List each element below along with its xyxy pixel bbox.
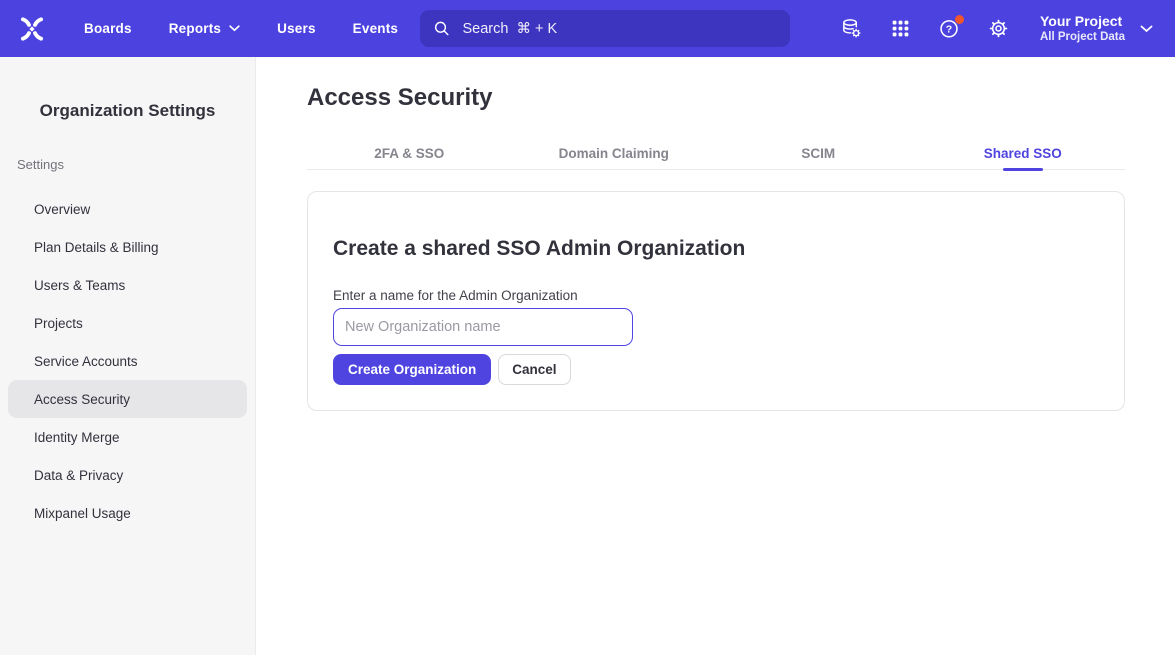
tab-domain-claiming[interactable]: Domain Claiming xyxy=(512,146,717,169)
project-selector[interactable]: Your Project All Project Data xyxy=(1040,12,1153,45)
card-actions: Create Organization Cancel xyxy=(333,354,1099,385)
sidebar-item-data-privacy[interactable]: Data & Privacy xyxy=(8,456,247,494)
sidebar-item-identity-merge[interactable]: Identity Merge xyxy=(8,418,247,456)
organization-name-label: Enter a name for the Admin Organization xyxy=(333,288,1099,303)
sidebar-item-users-teams[interactable]: Users & Teams xyxy=(8,266,247,304)
access-security-tabs: 2FA & SSO Domain Claiming SCIM Shared SS… xyxy=(307,146,1125,170)
project-scope: All Project Data xyxy=(1040,30,1125,45)
page-title: Access Security xyxy=(307,84,1125,112)
chevron-down-icon xyxy=(229,25,240,32)
nav-item-reports[interactable]: Reports xyxy=(169,21,240,36)
tab-shared-sso[interactable]: Shared SSO xyxy=(921,146,1126,169)
apps-grid-button[interactable] xyxy=(888,17,912,41)
sidebar-item-plan-details-billing[interactable]: Plan Details & Billing xyxy=(8,228,247,266)
project-selector-text: Your Project All Project Data xyxy=(1040,12,1125,45)
organization-name-input[interactable] xyxy=(333,308,633,346)
nav-item-label: Events xyxy=(353,21,398,36)
create-shared-sso-card: Create a shared SSO Admin Organization E… xyxy=(307,191,1125,411)
sidebar-item-service-accounts[interactable]: Service Accounts xyxy=(8,342,247,380)
sidebar-item-mixpanel-usage[interactable]: Mixpanel Usage xyxy=(8,494,247,532)
sidebar-item-access-security[interactable]: Access Security xyxy=(8,380,247,418)
global-search[interactable] xyxy=(420,10,790,47)
svg-text:?: ? xyxy=(945,24,951,36)
nav-item-label: Users xyxy=(277,21,316,36)
cancel-button[interactable]: Cancel xyxy=(498,354,570,385)
sidebar-title: Organization Settings xyxy=(0,101,255,121)
primary-nav-links: Boards Reports Users Events xyxy=(84,21,398,36)
top-navigation: Boards Reports Users Events xyxy=(0,0,1175,57)
tab-scim[interactable]: SCIM xyxy=(716,146,921,169)
sidebar-items: Overview Plan Details & Billing Users & … xyxy=(0,190,255,532)
data-management-button[interactable] xyxy=(839,17,863,41)
main-content: Access Security 2FA & SSO Domain Claimin… xyxy=(256,84,1175,411)
mixpanel-logo[interactable] xyxy=(17,14,47,44)
settings-gear-icon xyxy=(987,17,1010,40)
project-name: Your Project xyxy=(1040,12,1125,30)
help-button[interactable]: ? xyxy=(937,17,961,41)
nav-item-label: Reports xyxy=(169,21,221,36)
sidebar-item-overview[interactable]: Overview xyxy=(8,190,247,228)
tab-2fa-sso[interactable]: 2FA & SSO xyxy=(307,146,512,169)
nav-right-cluster: ? Your Proj xyxy=(839,12,1175,45)
apps-grid-icon xyxy=(890,18,911,39)
data-management-icon xyxy=(840,17,863,40)
nav-item-boards[interactable]: Boards xyxy=(84,21,132,36)
settings-sidebar: Organization Settings Settings Overview … xyxy=(0,57,256,655)
nav-item-label: Boards xyxy=(84,21,132,36)
create-organization-button[interactable]: Create Organization xyxy=(333,354,491,385)
card-title: Create a shared SSO Admin Organization xyxy=(333,237,1099,261)
sidebar-section-label: Settings xyxy=(17,157,255,172)
settings-button[interactable] xyxy=(986,17,1010,41)
chevron-down-icon xyxy=(1140,25,1153,33)
notification-badge xyxy=(955,15,964,24)
nav-item-users[interactable]: Users xyxy=(277,21,316,36)
nav-item-events[interactable]: Events xyxy=(353,21,398,36)
search-icon xyxy=(433,19,450,38)
sidebar-item-projects[interactable]: Projects xyxy=(8,304,247,342)
search-input[interactable] xyxy=(460,20,777,38)
mixpanel-logo-icon xyxy=(17,14,47,44)
